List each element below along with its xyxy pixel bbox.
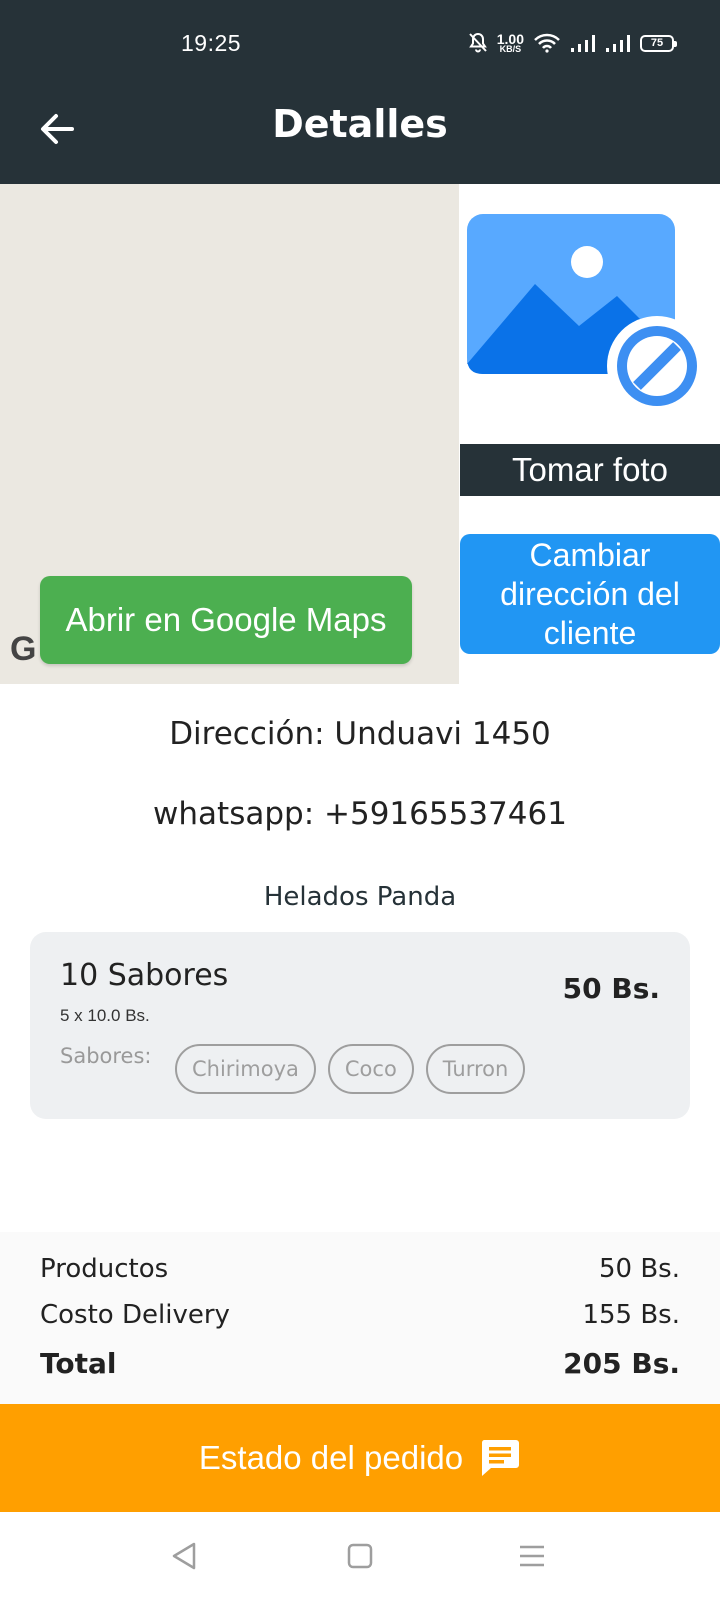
product-price: 50 Bs. [562, 972, 660, 1005]
flavors-label: Sabores: [60, 1044, 152, 1068]
summary-row-total: Total 205 Bs. [40, 1347, 680, 1380]
delivery-label: Costo Delivery [40, 1300, 230, 1330]
wifi-icon [534, 33, 560, 53]
whatsapp-text[interactable]: whatsapp: +59165537461 [0, 796, 720, 832]
nav-back-button[interactable] [166, 1538, 202, 1574]
order-summary: Productos 50 Bs. Costo Delivery 155 Bs. … [0, 1232, 720, 1404]
nav-home-button[interactable] [342, 1538, 378, 1574]
chat-message-icon [482, 1440, 520, 1476]
address-text: Dirección: Unduavi 1450 [169, 716, 551, 752]
product-name: 10 Sabores [60, 958, 229, 993]
page-title: Detalles [272, 102, 448, 146]
total-label: Total [40, 1347, 117, 1380]
change-address-button[interactable]: Cambiar dirección del cliente [460, 534, 720, 654]
open-google-maps-button[interactable]: Abrir en Google Maps [40, 576, 412, 664]
delivery-value: 155 Bs. [582, 1300, 680, 1330]
battery-icon: 75 [640, 34, 677, 52]
nav-menu-button[interactable] [514, 1538, 550, 1574]
square-home-icon [347, 1543, 373, 1569]
flavor-chips: Chirimoya Coco Turron [175, 1044, 526, 1094]
products-value: 50 Bs. [599, 1254, 680, 1284]
summary-row-products: Productos 50 Bs. [40, 1254, 680, 1284]
menu-lines-icon [520, 1545, 544, 1567]
flavor-chip: Chirimoya [175, 1044, 316, 1094]
status-icons: 1.00 KB/S 75 [468, 30, 677, 55]
signal-icon-2 [606, 35, 630, 52]
network-speed: 1.00 KB/S [496, 30, 524, 55]
order-status-button[interactable]: Estado del pedido [0, 1404, 720, 1512]
triangle-back-icon [172, 1542, 196, 1570]
map-view[interactable]: G Abrir en Google Maps [0, 184, 459, 684]
products-label: Productos [40, 1254, 169, 1284]
mute-bell-icon [468, 32, 487, 53]
store-name: Helados Panda [263, 882, 457, 912]
app-bar: Detalles [0, 90, 720, 184]
summary-row-delivery: Costo Delivery 155 Bs. [40, 1300, 680, 1330]
take-photo-button[interactable]: Tomar foto [460, 444, 720, 496]
no-image-icon [467, 214, 707, 416]
system-nav-bar [0, 1512, 720, 1600]
order-status-label: Estado del pedido [198, 1439, 464, 1476]
status-bar: 19:25 1.00 KB/S 75 [0, 0, 720, 90]
product-quantity: 5 x 10.0 Bs. [60, 1006, 150, 1025]
flavor-chip: Coco [327, 1044, 414, 1094]
photo-panel: Tomar foto Cambiar dirección del cliente [459, 184, 720, 684]
signal-icon [571, 35, 595, 52]
flavor-chip: Turron [425, 1044, 526, 1094]
status-time: 19:25 [181, 30, 242, 56]
product-card: 10 Sabores 5 x 10.0 Bs. 50 Bs. Sabores: … [30, 932, 690, 1119]
google-logo: G [10, 630, 37, 668]
total-value: 205 Bs. [563, 1347, 680, 1380]
